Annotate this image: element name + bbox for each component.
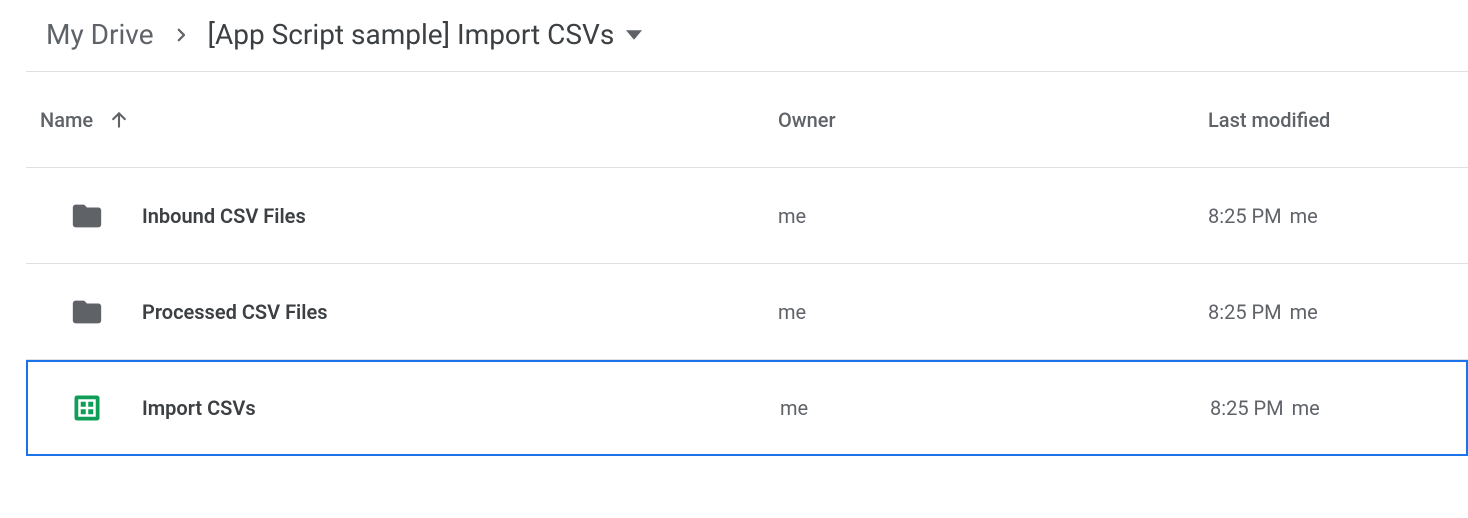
cell-name: Processed CSV Files	[26, 295, 778, 329]
caret-down-icon	[626, 27, 642, 43]
folder-icon	[70, 199, 104, 233]
file-name: Import CSVs	[142, 396, 256, 420]
cell-owner: me	[778, 204, 1208, 228]
breadcrumb-current[interactable]: [App Script sample] Import CSVs	[208, 18, 643, 51]
file-row[interactable]: Inbound CSV Filesme8:25 PMme	[26, 168, 1468, 264]
spreadsheet-icon	[70, 391, 104, 425]
column-header-modified-label: Last modified	[1208, 108, 1330, 132]
cell-modified: 8:25 PM me	[1208, 300, 1468, 324]
cell-owner: me	[780, 396, 1210, 420]
column-header-name-label: Name	[40, 108, 93, 132]
column-header-owner[interactable]: Owner	[778, 108, 1208, 132]
file-row[interactable]: Import CSVsme8:25 PMme	[26, 360, 1468, 456]
breadcrumb-root[interactable]: My Drive	[46, 18, 154, 51]
arrow-up-icon	[109, 110, 129, 130]
column-header-modified[interactable]: Last modified	[1208, 108, 1468, 132]
breadcrumb-current-label: [App Script sample] Import CSVs	[208, 18, 615, 51]
modified-time: 8:25 PM	[1210, 396, 1284, 420]
file-table: Name Owner Last modified Inbound CSV Fil…	[26, 71, 1468, 456]
folder-icon	[70, 295, 104, 329]
file-name: Processed CSV Files	[142, 300, 328, 324]
file-row[interactable]: Processed CSV Filesme8:25 PMme	[26, 264, 1468, 360]
modified-time: 8:25 PM	[1208, 300, 1282, 324]
modified-by: me	[1290, 300, 1318, 324]
column-header-name[interactable]: Name	[26, 108, 778, 132]
column-header-owner-label: Owner	[778, 108, 836, 132]
cell-modified: 8:25 PM me	[1210, 396, 1466, 420]
breadcrumb: My Drive [App Script sample] Import CSVs	[0, 0, 1468, 71]
modified-time: 8:25 PM	[1208, 204, 1282, 228]
modified-by: me	[1290, 204, 1318, 228]
cell-modified: 8:25 PM me	[1208, 204, 1468, 228]
table-header-row: Name Owner Last modified	[26, 72, 1468, 168]
cell-name: Inbound CSV Files	[26, 199, 778, 233]
chevron-right-icon	[172, 26, 190, 44]
modified-by: me	[1292, 396, 1320, 420]
cell-name: Import CSVs	[28, 391, 780, 425]
cell-owner: me	[778, 300, 1208, 324]
file-name: Inbound CSV Files	[142, 204, 306, 228]
